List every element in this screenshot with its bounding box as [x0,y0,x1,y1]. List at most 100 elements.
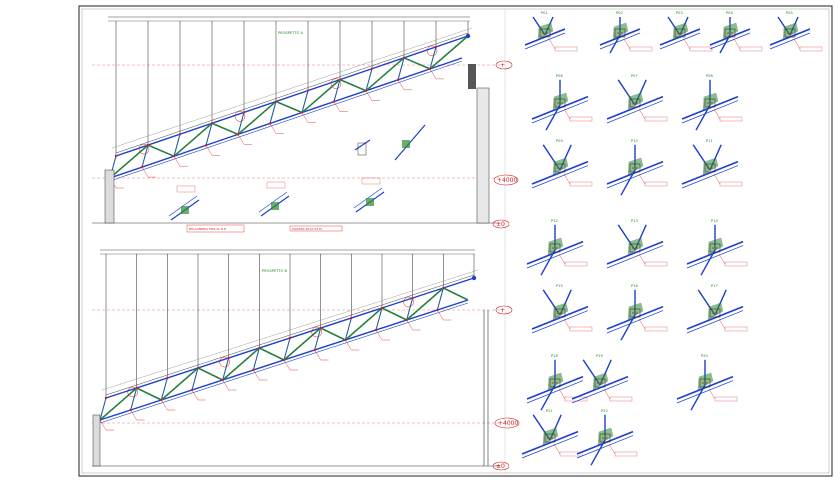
detail-note-box [629,46,653,52]
bolt [677,32,679,34]
detail-p19: P19 [571,354,633,404]
leader-line [563,108,571,120]
node-mark [442,286,445,290]
level-top-label: + [500,307,505,314]
elevation-2-title: PROSPETTO B [262,269,288,273]
leader-line [638,108,646,120]
detail-label: P20 [701,354,708,358]
detail-p22: P22 [576,409,638,466]
bolt [561,312,563,314]
bolt [551,437,553,439]
node-mark [166,376,169,380]
detail-p15: P15 [531,284,593,334]
bolt [552,247,554,249]
detail-note-box [644,261,668,267]
detail-label: P04 [726,11,733,15]
leader-line [558,253,566,265]
note-text: BULLONERIA M16 CL.8.8 [189,227,226,231]
detail-p17: P17 [686,284,748,334]
leader-line [683,38,691,50]
bolt [621,32,623,34]
detail-label: P01 [541,11,548,15]
bolt [547,437,549,439]
leader-line [563,173,571,185]
bolt [711,102,713,104]
elevation-1: PROSPETTO A + +4000 ±0 BULLONERIA M16 CL… [92,16,519,233]
detail-label: P14 [711,219,718,223]
bottom-chord [99,302,469,424]
node-mark [344,338,347,342]
column-left [104,169,115,224]
leader-line [563,318,571,330]
node-mark [114,154,118,158]
detail-note-box [799,46,823,52]
node-mark [210,122,214,125]
node-mark [104,396,108,400]
bolt [706,382,708,384]
detail-label: P02 [616,11,623,15]
detail-note-box [609,396,633,402]
detail-label: P22 [601,409,608,413]
node-mark [370,67,374,70]
detail-note-box [739,46,763,52]
detail-label: P08 [706,74,713,78]
detail-label: P12 [551,219,558,223]
leader-line [713,173,721,185]
detail-p03: P03 [659,11,713,52]
node-mark [288,336,292,340]
callout-tag [266,181,286,189]
bolt [716,312,718,314]
bolt [561,167,563,169]
callout-tag [176,185,196,193]
wall-right [476,87,490,224]
level-base-label: ±0 [496,221,505,228]
leader-line [718,318,726,330]
bolt [681,32,683,34]
detail-label: P10 [631,139,638,143]
detail-label: P03 [676,11,683,15]
detail-p16: P16 [606,284,668,341]
detail-p21: P21 [521,409,583,459]
bolt [597,382,599,384]
callout-plate [402,140,410,148]
detail-p11: P11 [681,139,743,189]
detail-note-box [689,46,713,52]
detail-p06: P06 [531,74,593,131]
detail-p18: P18 [526,354,588,411]
node-mark [178,132,182,136]
detail-label: P18 [551,354,558,358]
detail-p02: P02 [599,11,653,54]
leader-line [713,108,721,120]
detail-label: P19 [596,354,603,358]
detail-callout [219,356,230,368]
detail-p09: P09 [531,139,593,189]
bolt [546,32,548,34]
bolt [636,167,638,169]
node-mark [436,308,439,312]
bolt [712,247,714,249]
bolt [556,382,558,384]
node-mark [350,316,353,320]
detail-p12: P12 [526,219,588,276]
bolt [557,102,559,104]
bolt [556,247,558,249]
roof-line [111,27,473,149]
bolt [707,102,709,104]
bolt [712,312,714,314]
node-mark [196,366,200,370]
detail-note-box [569,181,593,187]
level-top-label: + [500,62,505,69]
vertical-hangers [105,254,475,398]
leader-line [608,443,616,455]
column-left [92,414,101,467]
callout-plate [271,202,279,210]
leader-line [638,253,646,265]
bolt [787,32,789,34]
cad-canvas: PROSPETTO A + +4000 ±0 BULLONERIA M16 CL… [78,5,833,477]
level-mid-label: +4000 [498,420,518,427]
bolt [617,32,619,34]
leader-line [548,38,556,50]
bolt [632,312,634,314]
callout-member [354,139,371,151]
detail-label: P09 [556,139,563,143]
